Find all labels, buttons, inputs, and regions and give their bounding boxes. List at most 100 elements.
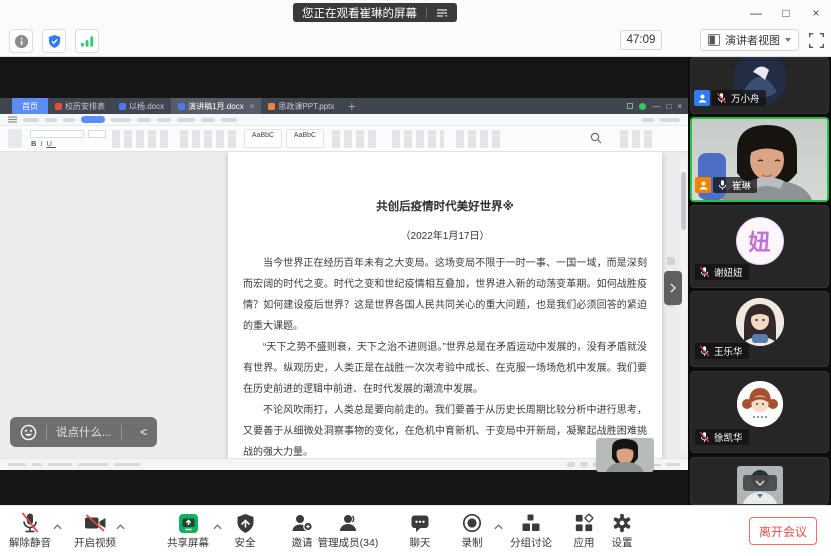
host-badge-icon (694, 90, 710, 106)
font-name-select[interactable] (30, 130, 84, 138)
document-scrollbar[interactable] (680, 158, 687, 452)
button-label: 聊天 (392, 535, 448, 550)
meeting-info-button[interactable] (9, 29, 33, 53)
menu-item[interactable] (137, 118, 151, 122)
menu-item[interactable] (221, 118, 237, 122)
participant-tile-speaking[interactable]: 崔琳 (690, 117, 829, 202)
security-button[interactable] (42, 29, 66, 53)
menu-icon[interactable] (436, 8, 448, 18)
menu-item[interactable] (660, 118, 680, 122)
menu-item[interactable] (23, 118, 39, 122)
button-label: 开启视频 (67, 535, 123, 550)
scrollbar-thumb[interactable] (681, 172, 686, 230)
chat-button[interactable]: 聊天 (392, 512, 448, 550)
button-label: 解除静音 (2, 535, 58, 550)
insert-tools[interactable] (392, 130, 444, 148)
chat-collapse-button[interactable]: < (131, 417, 157, 447)
wps-home-tab[interactable]: 首页 (12, 98, 48, 114)
wps-active-doc-tab[interactable]: 演讲稿1月.docx × (171, 98, 261, 114)
participant-tile[interactable]: 万小舟 (690, 57, 829, 114)
maximize-button[interactable]: □ (771, 0, 801, 25)
sidebar-tools[interactable] (620, 130, 652, 148)
new-tab-button[interactable]: ＋ (341, 98, 362, 114)
leave-meeting-button[interactable]: 离开会议 (749, 517, 817, 545)
menu-item[interactable] (642, 118, 654, 122)
scroll-down-button[interactable] (743, 475, 777, 491)
participant-name: 徐凯华 (714, 430, 743, 444)
bold-button[interactable]: B (31, 139, 40, 148)
status-item (32, 463, 42, 466)
minimize-button[interactable]: — (741, 0, 771, 25)
tab-label: 思政课PPT.pptx (278, 101, 334, 112)
tab-close-icon[interactable]: × (250, 102, 255, 111)
paragraph-tools[interactable] (180, 130, 236, 148)
style-tools[interactable] (332, 130, 376, 148)
manage-members-button[interactable]: 管理成员(34) (310, 512, 386, 550)
document-paragraph: 当今世界正在经历百年未有之大变局。这场变局不限于一时一事、一国一域，而是深刻而宏… (243, 253, 647, 337)
wps-ppt-tab[interactable]: 思政课PPT.pptx (261, 98, 341, 114)
font-style-buttons[interactable]: BIU (31, 139, 56, 148)
emoji-icon[interactable] (20, 424, 37, 441)
style-preset[interactable]: AaBbC (286, 129, 324, 148)
underline-button[interactable]: U (47, 139, 56, 148)
participant-tile[interactable]: 妞 谢妞妞 (690, 205, 829, 288)
collapse-sidebar-handle[interactable] (664, 271, 682, 305)
wps-vip-button[interactable] (81, 116, 105, 123)
view-icon[interactable] (567, 462, 575, 467)
ppt-doc-icon (268, 103, 275, 110)
unmute-button[interactable]: 解除静音 (2, 512, 58, 550)
network-quality-button[interactable] (75, 29, 99, 53)
button-label: 分组讨论 (503, 535, 559, 550)
menu-item[interactable] (111, 118, 131, 122)
paste-button[interactable] (8, 129, 22, 148)
security-button-toolbar[interactable]: 安全 (217, 512, 273, 550)
participant-name: 王乐华 (714, 344, 743, 358)
breakout-rooms-button[interactable]: 分组讨论 (503, 512, 559, 550)
chat-input-placeholder[interactable]: 说点什么... (56, 424, 112, 440)
view-icon[interactable] (580, 462, 588, 467)
wps-minimize-icon[interactable]: — (652, 102, 660, 111)
wps-close-icon[interactable]: × (677, 102, 682, 111)
window-controls: — □ × (741, 0, 831, 25)
participant-tile[interactable]: 徐凯华 (690, 371, 829, 453)
wps-doc-tab[interactable]: 以杨.docx (112, 98, 171, 114)
wps-doc-tab[interactable]: 校历安排表 (48, 98, 112, 114)
camera-off-icon (84, 514, 107, 532)
font-size-select[interactable] (88, 130, 106, 138)
quick-chat-bar[interactable]: 说点什么... < (10, 417, 157, 447)
video-options-chevron[interactable] (114, 522, 126, 532)
layout-tools[interactable] (456, 130, 500, 148)
document-page[interactable]: 共创后疫情时代美好世界※ （2022年1月17日） 当今世界正在经历百年未有之大… (228, 152, 662, 458)
share-screen-button[interactable]: 共享屏幕 (160, 512, 216, 550)
person-icon (698, 180, 709, 191)
audio-options-chevron[interactable] (51, 522, 63, 532)
side-tool-icon[interactable] (667, 257, 675, 265)
watching-banner[interactable]: 您正在观看崔琳的屏幕 (293, 3, 457, 22)
presenter-pip-video[interactable] (596, 438, 654, 472)
menu-item[interactable] (63, 118, 75, 122)
menu-item[interactable] (45, 118, 57, 122)
style-preview-text: AaBbC (252, 132, 274, 139)
font-tools[interactable] (112, 130, 172, 148)
close-button[interactable]: × (801, 0, 831, 25)
avatar-character: 妞 (748, 225, 770, 257)
style-preset[interactable]: AaBbC (244, 129, 282, 148)
view-mode-button[interactable]: 演讲者视图 (700, 29, 799, 51)
menu-item[interactable] (201, 118, 215, 122)
word-doc-icon (178, 103, 185, 110)
participant-tile[interactable]: 王乐华 (690, 291, 829, 367)
avatar-image (736, 298, 784, 346)
participant-tile-partial[interactable] (690, 457, 829, 505)
wps-maximize-icon[interactable]: □ (666, 102, 671, 111)
chevron-up-icon (494, 524, 503, 530)
settings-button[interactable]: 设置 (594, 512, 650, 550)
fullscreen-button[interactable] (806, 30, 826, 50)
document-canvas[interactable]: 共创后疫情时代美好世界※ （2022年1月17日） 当今世界正在经历百年未有之大… (0, 152, 688, 458)
search-icon[interactable] (590, 132, 602, 144)
hamburger-icon[interactable] (8, 116, 17, 123)
menu-item[interactable] (177, 118, 195, 122)
wps-member-icon[interactable] (639, 103, 646, 110)
presenter-face (596, 438, 654, 472)
menu-item[interactable] (157, 118, 171, 122)
wps-tool-icon[interactable] (627, 103, 633, 109)
